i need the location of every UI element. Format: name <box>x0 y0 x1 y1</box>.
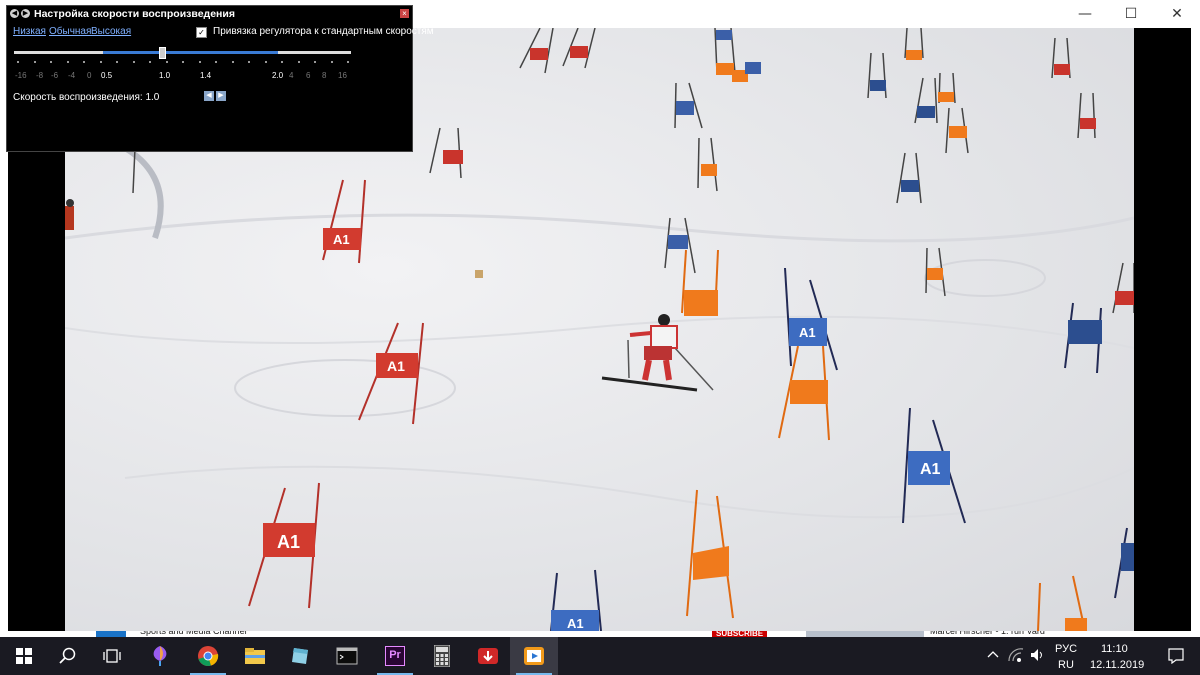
tick-label: -8 <box>36 71 44 80</box>
preset-fast-link[interactable]: Высокая <box>91 26 131 37</box>
tick-label: 1.4 <box>200 71 212 80</box>
tick-label: 16 <box>338 71 347 80</box>
terminal-icon <box>336 647 358 665</box>
back-icon[interactable]: ◀ <box>10 9 19 18</box>
volume-icon[interactable] <box>1030 648 1046 662</box>
slider-tick <box>116 61 118 63</box>
task-view-button[interactable] <box>88 637 136 675</box>
slider-tick <box>182 61 184 63</box>
faster-step-button[interactable]: ▶ <box>216 91 226 101</box>
svg-text:A1: A1 <box>277 532 300 552</box>
chrome-icon <box>198 646 219 666</box>
tick-label: -6 <box>51 71 59 80</box>
dialog-titlebar[interactable]: ◀ ▶ Настройка скорости воспроизведения × <box>7 6 412 22</box>
system-tray: РУС RU 11:10 12.11.2019 <box>980 637 1200 675</box>
slower-step-button[interactable]: ◀ <box>204 91 214 101</box>
file-explorer-button[interactable] <box>231 637 279 675</box>
slider-tick <box>231 61 234 63</box>
tick-label: 1.0 <box>159 71 171 80</box>
search-icon <box>59 647 76 664</box>
close-button[interactable]: ✕ <box>1154 0 1200 28</box>
network-icon[interactable] <box>1008 648 1024 662</box>
search-button[interactable] <box>44 637 92 675</box>
snap-checkbox[interactable]: ✓ <box>196 27 207 38</box>
tick-label: -16 <box>15 71 27 80</box>
tick-label: -4 <box>68 71 76 80</box>
slider-tick <box>248 61 250 63</box>
taskbar: Pr РУС RU 11:10 12.11.2019 <box>0 637 1200 675</box>
slider-tick <box>330 61 333 63</box>
svg-text:A1: A1 <box>333 232 350 247</box>
window-controls: — ☐ ✕ <box>1062 0 1200 28</box>
chevron-up-icon[interactable] <box>987 649 999 661</box>
windows-icon <box>16 648 32 664</box>
language-indicator-top[interactable]: РУС <box>1055 643 1077 655</box>
speed-slider-thumb[interactable] <box>159 47 166 59</box>
svg-text:A1: A1 <box>567 616 584 631</box>
svg-text:A1: A1 <box>387 358 405 374</box>
notes-app-button[interactable] <box>276 637 324 675</box>
slider-tick <box>347 61 349 63</box>
task-view-icon <box>103 649 121 663</box>
notes-icon <box>292 648 308 664</box>
slider-tick <box>165 61 168 63</box>
media-player-button[interactable] <box>510 637 558 675</box>
download-icon <box>478 648 498 664</box>
tick-label: 6 <box>306 71 311 80</box>
preset-normal-link[interactable]: Обычная <box>49 26 91 37</box>
svg-text:A1: A1 <box>920 461 941 478</box>
folder-icon <box>245 648 265 664</box>
slider-tick <box>264 61 267 63</box>
svg-text:A1: A1 <box>799 325 816 340</box>
tick-label: 0.5 <box>101 71 113 80</box>
preset-slow-link[interactable]: Низкая <box>13 26 46 37</box>
slider-tick <box>281 61 283 63</box>
slider-tick <box>50 61 52 63</box>
tick-label: 8 <box>322 71 327 80</box>
slider-tick <box>198 61 201 63</box>
slider-tick <box>149 61 151 63</box>
maximize-button[interactable]: ☐ <box>1108 0 1154 28</box>
slider-tick <box>17 61 19 63</box>
chrome-button[interactable] <box>184 637 232 675</box>
slider-tick <box>132 61 135 63</box>
slider-tick <box>314 61 316 63</box>
calculator-icon <box>434 645 450 667</box>
start-button[interactable] <box>0 637 48 675</box>
playback-speed-dialog[interactable]: ◀ ▶ Настройка скорости воспроизведения ×… <box>6 5 434 152</box>
paint-icon <box>153 646 167 666</box>
dialog-title: Настройка скорости воспроизведения <box>34 8 235 20</box>
notification-icon[interactable] <box>1168 648 1184 664</box>
speed-slider-range <box>103 51 278 54</box>
downloader-button[interactable] <box>464 637 512 675</box>
clock-date[interactable]: 12.11.2019 <box>1090 659 1144 671</box>
calculator-button[interactable] <box>418 637 466 675</box>
premiere-button[interactable]: Pr <box>371 637 419 675</box>
language-indicator-bottom[interactable]: RU <box>1058 659 1074 671</box>
minimize-button[interactable]: — <box>1062 0 1108 28</box>
premiere-icon: Pr <box>385 646 405 666</box>
slider-tick <box>66 61 69 63</box>
paint3d-button[interactable] <box>136 637 184 675</box>
forward-icon[interactable]: ▶ <box>21 9 30 18</box>
clock-time[interactable]: 11:10 <box>1101 643 1128 655</box>
tick-label: 2.0 <box>272 71 284 80</box>
snap-checkbox-label[interactable]: Привязка регулятора к стандартным скорос… <box>213 26 434 37</box>
tick-label: 4 <box>289 71 294 80</box>
slider-tick <box>33 61 36 63</box>
dialog-close-button[interactable]: × <box>400 9 409 18</box>
media-player-icon <box>524 647 544 665</box>
playback-rate-label: Скорость воспроизведения: 1.0 <box>13 92 160 103</box>
terminal-button[interactable] <box>323 637 371 675</box>
slider-tick <box>83 61 85 63</box>
slider-tick <box>215 61 217 63</box>
slider-tick <box>297 61 300 63</box>
slider-tick <box>99 61 102 63</box>
tick-label: 0 <box>87 71 92 80</box>
